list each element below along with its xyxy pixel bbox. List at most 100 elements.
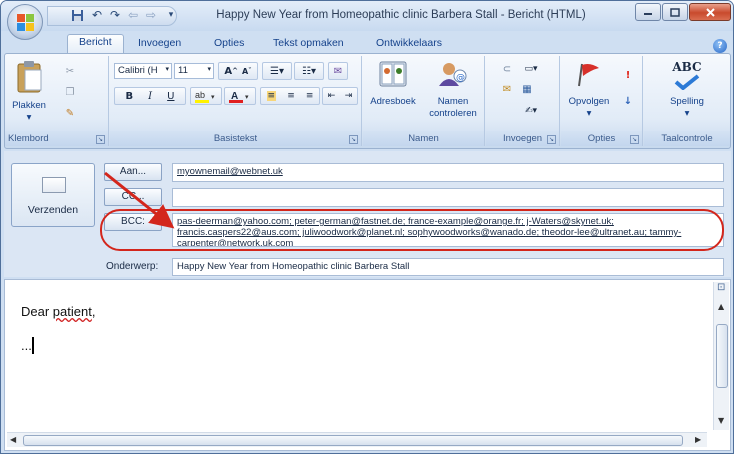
group-label-clipboard: Klembord — [5, 131, 108, 146]
check-names-icon[interactable]: @ — [437, 60, 467, 88]
group-proofing: ABC Spelling ▾ Taalcontrole — [644, 56, 730, 146]
svg-text:ab: ab — [195, 90, 205, 100]
group-label-basic-text: Basistekst — [110, 131, 361, 146]
copy-icon[interactable]: ❐ — [61, 83, 79, 101]
office-button[interactable] — [7, 4, 43, 40]
font-color-button[interactable]: A ▾ — [224, 87, 256, 105]
align-right-icon[interactable]: ≡ — [306, 91, 314, 101]
tab-bericht[interactable]: Bericht — [67, 34, 124, 54]
indent-buttons: ⇤ ⇥ — [322, 87, 358, 105]
customize-qat-icon[interactable]: ▾ — [163, 7, 179, 23]
bold-button[interactable]: B — [126, 91, 134, 102]
spelling-check-icon — [674, 74, 700, 90]
address-book-icon[interactable] — [379, 61, 407, 87]
highlight-icon: ab ▾ — [195, 90, 215, 103]
increase-indent-icon[interactable]: ⇥ — [345, 91, 353, 101]
previous-item-icon[interactable]: ⇦ — [125, 7, 141, 23]
numbering-button[interactable]: ☷▾ — [294, 62, 324, 80]
paste-icon[interactable] — [17, 60, 43, 94]
bullets-button[interactable]: ☰▾ — [262, 62, 292, 80]
horizontal-scroll-thumb[interactable] — [23, 435, 683, 446]
save-icon[interactable] — [69, 7, 85, 23]
undo-icon[interactable]: ↶ — [89, 7, 105, 23]
options-launcher-icon[interactable]: ↘ — [630, 135, 639, 144]
close-button[interactable] — [689, 3, 731, 21]
align-center-icon[interactable]: ≡ — [287, 91, 295, 101]
send-label: Verzenden — [27, 204, 79, 216]
cc-button[interactable]: CC... — [104, 188, 162, 206]
spelling-button[interactable]: Spelling — [654, 96, 720, 107]
attach-item-icon[interactable]: ✉ — [498, 80, 516, 98]
format-painter-icon[interactable]: ✎ — [61, 104, 79, 122]
scroll-down-icon[interactable]: ▼ — [718, 416, 724, 425]
insert-launcher-icon[interactable]: ↘ — [547, 135, 556, 144]
decrease-indent-icon[interactable]: ⇤ — [328, 91, 336, 101]
align-left-icon[interactable]: ≡ — [266, 91, 277, 101]
svg-text:@: @ — [456, 73, 465, 83]
font-dropdown-icon[interactable]: ▾ — [165, 65, 169, 73]
ribbon: Plakken ▾ ✂ ❐ ✎ Klembord ↘ Calibri (H ▾ 1… — [4, 53, 731, 149]
attach-file-icon[interactable]: ⊂ — [498, 60, 516, 78]
styles-icon[interactable]: ✉ — [328, 62, 348, 80]
signature-icon[interactable]: ✍▾ — [518, 102, 544, 120]
group-insert: ⊂ ▭▾ ✉ ▦ ✍▾ Invoegen ↘ — [486, 56, 560, 146]
paste-button[interactable]: Plakken — [7, 100, 51, 111]
follow-up-flag-icon[interactable] — [575, 62, 603, 88]
grow-shrink-font-button[interactable]: A ^ A ˇ — [218, 62, 258, 80]
to-field[interactable]: myownemail@webnet.uk — [172, 163, 724, 182]
highlight-color-button[interactable]: ab ▾ — [190, 87, 222, 105]
group-options: Opvolgen ▾ ! ↓ Opties ↘ — [561, 56, 643, 146]
bcc-highlight-oval — [100, 209, 724, 251]
text-style-buttons: B I U — [114, 87, 186, 105]
close-icon — [705, 7, 715, 17]
address-book-button[interactable]: Adresboek — [363, 96, 423, 107]
message-header: Verzenden Aan... myownemail@webnet.uk CC… — [4, 151, 731, 277]
spelling-dropdown-icon[interactable]: ▾ — [677, 108, 697, 119]
minimize-button[interactable] — [635, 3, 661, 21]
send-envelope-icon — [42, 177, 66, 193]
redo-icon[interactable]: ↷ — [107, 7, 123, 23]
scroll-right-icon[interactable]: ▶ — [695, 435, 701, 444]
font-size-combo[interactable]: 11 ▾ — [174, 63, 214, 79]
maximize-icon — [670, 7, 680, 17]
ruler-toggle-icon[interactable]: ⊡ — [717, 282, 725, 293]
vertical-scrollbar[interactable]: ⊡ ▲ ▼ — [713, 282, 729, 430]
scroll-left-icon[interactable]: ◀ — [10, 435, 16, 444]
business-card-icon[interactable]: ▭▾ — [518, 60, 544, 78]
font-size-value: 11 — [178, 65, 188, 76]
group-basic-text: Calibri (H ▾ 11 ▾ A ^ A ˇ ☰▾ ☷▾ ✉ B I U ab ▾ A… — [110, 56, 362, 146]
send-button[interactable]: Verzenden — [11, 163, 95, 227]
font-name-combo[interactable]: Calibri (H ▾ — [114, 63, 172, 79]
basic-text-launcher-icon[interactable]: ↘ — [349, 135, 358, 144]
font-size-dropdown-icon[interactable]: ▾ — [207, 65, 211, 73]
scroll-up-icon[interactable]: ▲ — [718, 302, 724, 311]
message-body[interactable]: Dear patient, ... ⊡ ▲ ▼ ◀ ▶ — [4, 279, 731, 451]
subject-field[interactable]: Happy New Year from Homeopathic clinic B… — [172, 258, 724, 276]
italic-button[interactable]: I — [148, 91, 152, 102]
cc-field[interactable] — [172, 188, 724, 207]
cut-icon[interactable]: ✂ — [61, 62, 79, 80]
outlook-message-window: ↶ ↷ ⇦ ⇨ ▾ Happy New Year from Homeopathi… — [0, 0, 734, 454]
paste-dropdown-icon[interactable]: ▾ — [19, 112, 39, 123]
horizontal-scrollbar[interactable]: ◀ ▶ — [7, 432, 707, 447]
high-importance-icon[interactable]: ! — [619, 66, 637, 84]
to-button[interactable]: Aan... — [104, 163, 162, 181]
window-title: Happy New Year from Homeopathic clinic B… — [216, 9, 586, 21]
help-icon[interactable]: ? — [713, 39, 727, 53]
body-text: ... — [21, 338, 32, 353]
calendar-icon[interactable]: ▦ — [518, 80, 536, 98]
follow-up-dropdown-icon[interactable]: ▾ — [579, 108, 599, 119]
vertical-scroll-thumb[interactable] — [716, 324, 728, 388]
check-names-button-line1[interactable]: Namen — [425, 96, 481, 107]
to-address: myownemail@webnet.uk — [177, 166, 283, 177]
subject-label: Onderwerp: — [106, 261, 159, 272]
underline-button[interactable]: U — [167, 91, 174, 102]
low-importance-icon[interactable]: ↓ — [619, 92, 637, 110]
group-label-names: Namen — [363, 131, 484, 146]
clipboard-launcher-icon[interactable]: ↘ — [96, 135, 105, 144]
check-names-button-line2[interactable]: controleren — [425, 108, 481, 119]
group-clipboard: Plakken ▾ ✂ ❐ ✎ Klembord ↘ — [5, 56, 109, 146]
follow-up-button[interactable]: Opvolgen — [563, 96, 615, 107]
maximize-button[interactable] — [662, 3, 688, 21]
next-item-icon[interactable]: ⇨ — [143, 7, 159, 23]
